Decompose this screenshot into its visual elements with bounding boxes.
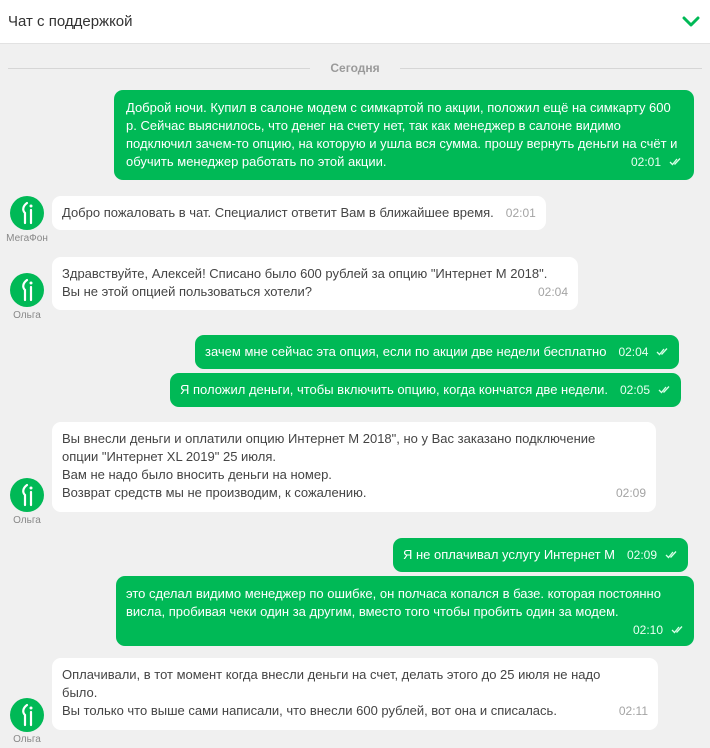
- message-text: это сделал видимо менеджер по ошибке, он…: [126, 586, 661, 619]
- sender-name: Ольга: [13, 515, 41, 526]
- outgoing-message: это сделал видимо менеджер по ошибке, он…: [116, 576, 694, 646]
- sender-name: МегаФон: [6, 233, 48, 244]
- message-line: Здравствуйте, Алексей! Списано было 600 …: [62, 266, 548, 281]
- double-check-icon: [658, 381, 671, 399]
- incoming-message: Здравствуйте, Алексей! Списано было 600 …: [52, 257, 578, 310]
- incoming-message: Оплачивали, в тот момент когда внесли де…: [52, 658, 658, 730]
- date-separator: Сегодня: [8, 58, 702, 78]
- megafon-logo-icon: [10, 478, 44, 512]
- outgoing-message: Я положил деньги, чтобы включить опцию, …: [170, 373, 682, 407]
- double-check-icon: [656, 343, 669, 361]
- message-line: Возврат средств мы не производим, к сожа…: [62, 485, 367, 500]
- message-time: 02:11: [618, 704, 648, 718]
- outgoing-message: Я не оплачивал услугу Интернет М 02:09: [393, 538, 689, 572]
- message-time: 02:09: [627, 548, 658, 562]
- double-check-icon: [665, 546, 678, 564]
- message-time: 02:01: [505, 206, 536, 220]
- chevron-down-icon[interactable]: [680, 11, 702, 33]
- message-line: было.: [62, 685, 98, 700]
- message-time: 02:05: [620, 383, 651, 397]
- message-text: зачем мне сейчас эта опция, если по акци…: [205, 344, 607, 359]
- incoming-message: Добро пожаловать в чат. Специалист ответ…: [52, 196, 546, 230]
- double-check-icon: [671, 621, 684, 639]
- message-line: Вы не этой опцией пользоваться хотели?: [62, 284, 312, 299]
- chat-title: Чат с поддержкой: [8, 13, 133, 30]
- sender-name: Ольга: [13, 310, 41, 321]
- message-line: опции "Интернет XL 2019" 25 июля.: [62, 449, 277, 464]
- message-text: Добро пожаловать в чат. Специалист ответ…: [62, 205, 494, 220]
- chat-header: Чат с поддержкой: [0, 0, 710, 44]
- double-check-icon: [669, 153, 682, 171]
- outgoing-message: зачем мне сейчас эта опция, если по акци…: [195, 335, 680, 369]
- megafon-logo-icon: [10, 698, 44, 732]
- message-time: 02:01: [630, 155, 661, 169]
- divider: [8, 67, 311, 69]
- megafon-logo-icon: [10, 196, 44, 230]
- message-text: Я положил деньги, чтобы включить опцию, …: [180, 382, 608, 397]
- message-line: Вам не надо было вносить деньги на номер…: [62, 467, 332, 482]
- message-text: Я не оплачивал услугу Интернет М: [403, 547, 615, 562]
- message-time: 02:10: [632, 623, 663, 637]
- message-line: Оплачивали, в тот момент когда внесли де…: [62, 667, 601, 682]
- outgoing-message: Доброй ночи. Купил в салоне модем с симк…: [114, 90, 694, 180]
- message-time: 02:04: [618, 345, 649, 359]
- megafon-logo-icon: [10, 273, 44, 307]
- message-time: 02:04: [537, 285, 568, 299]
- sender-name: Ольга: [13, 734, 41, 745]
- incoming-message: Вы внесли деньги и оплатили опцию Интерн…: [52, 422, 656, 512]
- message-time: 02:09: [615, 486, 646, 500]
- date-label: Сегодня: [330, 61, 380, 75]
- message-line: Вы внесли деньги и оплатили опцию Интерн…: [62, 431, 596, 446]
- message-line: Вы только что выше сами написали, что вн…: [62, 703, 557, 718]
- divider: [399, 67, 702, 69]
